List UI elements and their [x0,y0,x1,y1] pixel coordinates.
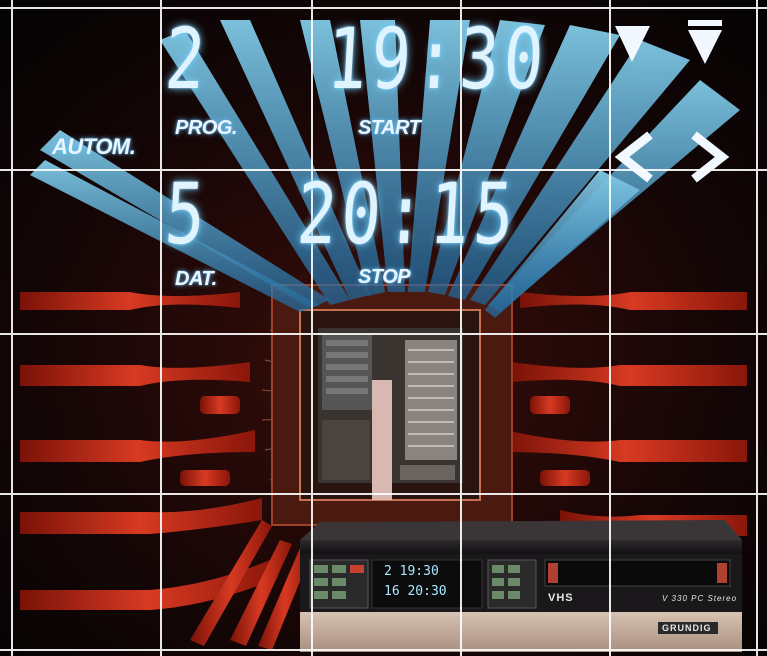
display-stop-time: 20:15 [294,165,521,263]
stop-label: STOP [358,266,411,288]
display-program-number: 2 [162,10,213,108]
vhs-logo: VHS [548,592,574,604]
vcr-display-row2: 16 20:30 [384,584,447,599]
start-label: START [358,117,421,139]
autom-label: AUTOM. [52,134,136,159]
dat-label: DAT. [175,268,217,290]
vcr-model-label: V 330 PC Stereo [662,594,738,603]
prog-label: PROG. [175,117,237,139]
display-date-number: 5 [162,165,213,263]
display-start-time: 19:30 [324,10,551,108]
microchip [271,284,513,526]
grundig-logo: GRUNDIG [662,623,712,633]
vcr-display-row1: 2 19:30 [384,564,439,579]
